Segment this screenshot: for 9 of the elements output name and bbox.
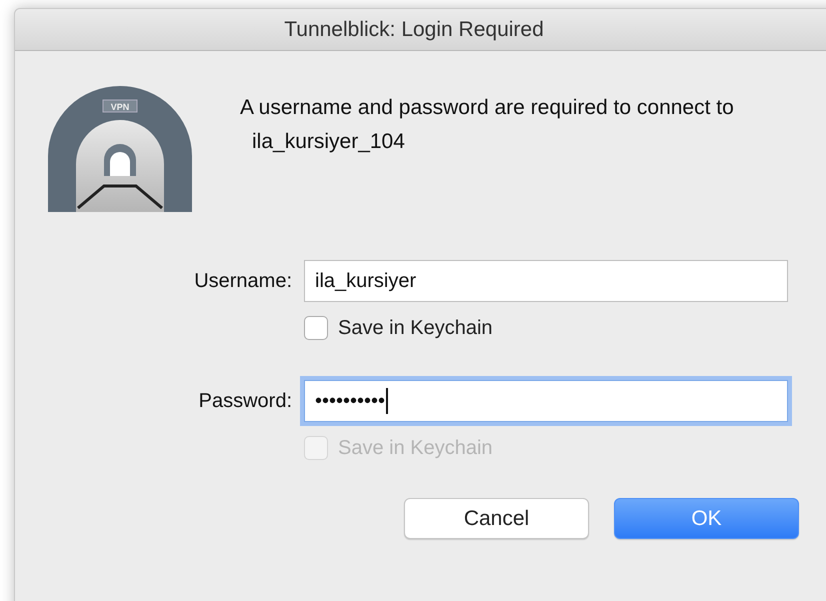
tunnel-icon: VPN — [48, 86, 192, 212]
username-label: Username: — [193, 270, 292, 292]
connection-name: ila_kursiyer_104 — [251, 129, 406, 155]
password-label: Password: — [198, 390, 292, 412]
save-checkbox[interactable]: Save in Keychain — [304, 316, 493, 340]
window-title: Tunnelblick: Login Required — [284, 18, 544, 42]
cancel-button[interactable]: Cancel — [404, 498, 589, 539]
message-text: A username and password are required to connect to — [240, 95, 735, 121]
username-field[interactable]: ila_kursiyer — [304, 260, 788, 302]
